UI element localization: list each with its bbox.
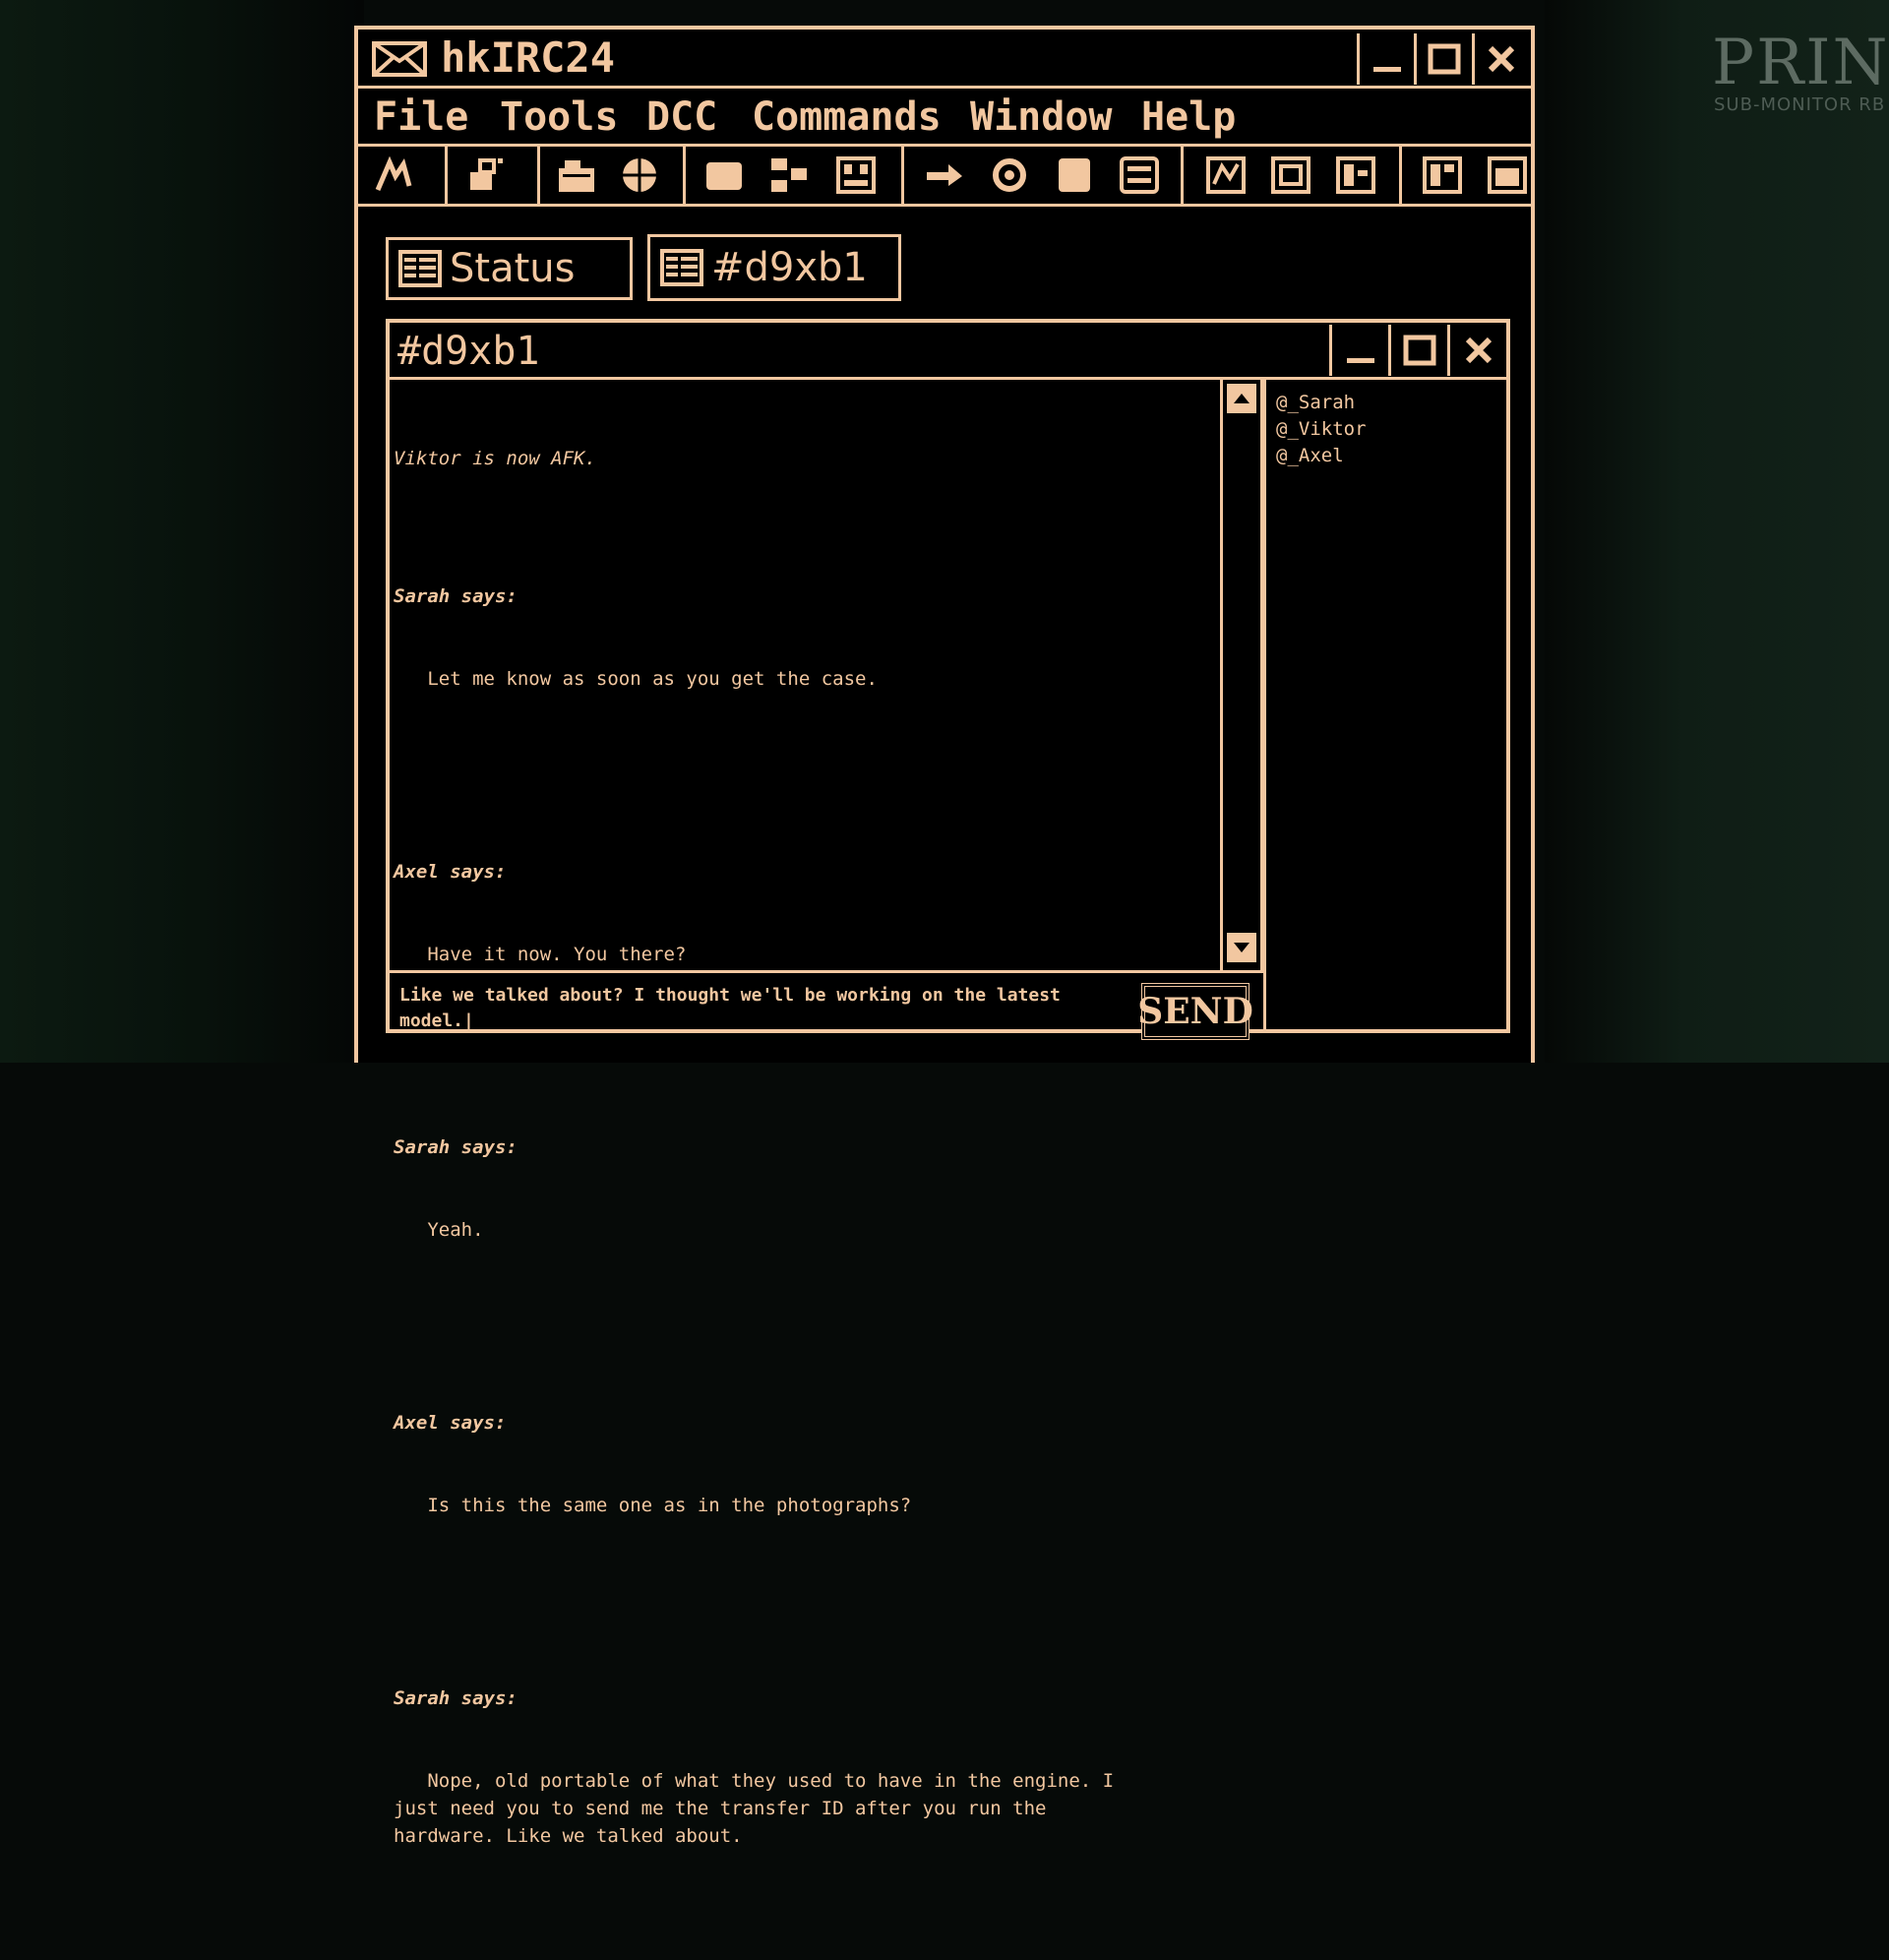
message-input-bar: Like we talked about? I thought we'll be… [390, 970, 1263, 1040]
chart-icon[interactable] [1206, 156, 1246, 194]
card-icon[interactable] [704, 156, 744, 194]
window-icon[interactable] [1488, 156, 1527, 194]
chart3-icon[interactable] [1336, 156, 1375, 194]
minimize-button[interactable] [1360, 33, 1414, 85]
status-icon [398, 250, 442, 287]
panel-icon[interactable] [1423, 156, 1462, 194]
message-author: Axel says: [394, 1412, 507, 1434]
message-item: Axel says: Is this the same one as in th… [394, 1354, 1210, 1574]
channel-maximize-button[interactable] [1388, 325, 1447, 376]
menu-dcc[interactable]: DCC [646, 94, 717, 140]
message-text: Nope, old portable of what they used to … [394, 1770, 1115, 1847]
message-input[interactable]: Like we talked about? I thought we'll be… [399, 983, 1108, 1034]
chevron-up-icon [1234, 394, 1249, 403]
message-author: Axel says: [394, 861, 507, 883]
list-icon[interactable] [1120, 156, 1159, 194]
menu-help[interactable]: Help [1141, 94, 1236, 140]
chart2-icon[interactable] [1271, 156, 1310, 194]
channel-window-controls [1329, 325, 1506, 376]
message-item: Sarah says: Nope, old portable of what t… [394, 1629, 1210, 1905]
minimize-icon [1346, 358, 1374, 363]
scroll-down-button[interactable] [1227, 933, 1256, 962]
maximize-button[interactable] [1414, 33, 1471, 85]
network-icon[interactable] [769, 156, 809, 194]
user-list-item[interactable]: @_Viktor [1276, 416, 1506, 443]
close-icon [1489, 45, 1515, 73]
grid-icon[interactable] [836, 156, 876, 194]
channel-minimize-button[interactable] [1332, 325, 1388, 376]
app-titlebar[interactable]: hkIRC24 [358, 30, 1531, 89]
close-button[interactable] [1471, 33, 1529, 85]
message-text: Is this the same one as in the photograp… [394, 1495, 912, 1516]
tab-channel-label: #d9xb1 [711, 245, 868, 290]
wand-icon[interactable] [374, 156, 413, 194]
message-item: Sarah says: Let me know as soon as you g… [394, 527, 1210, 748]
user-list-item[interactable]: @_Sarah [1276, 390, 1506, 416]
blank-icon[interactable] [1055, 156, 1094, 194]
message-item: Sarah says: Yeah. [394, 1078, 1210, 1299]
message-author: Sarah says: [394, 585, 518, 607]
message-text: Let me know as soon as you get the case. [394, 668, 878, 690]
globe-icon[interactable] [620, 156, 659, 194]
message-log: Viktor is now AFK. Sarah says: Let me kn… [394, 390, 1210, 1847]
app-window-controls [1357, 33, 1529, 85]
message-text: Have it now. You there? [394, 944, 687, 965]
message-author: Sarah says: [394, 1687, 518, 1709]
chevron-down-icon [1234, 943, 1249, 952]
folder-icon[interactable] [557, 156, 596, 194]
toolbar [358, 144, 1531, 207]
scroll-up-button[interactable] [1227, 384, 1256, 413]
channel-title: #d9xb1 [397, 329, 540, 374]
channel-titlebar[interactable]: #d9xb1 [390, 323, 1506, 380]
system-message: Viktor is now AFK. [394, 448, 596, 469]
user-list-item[interactable]: @_Axel [1276, 443, 1506, 469]
channel-icon [660, 249, 703, 286]
message-scrollbar[interactable] [1220, 380, 1263, 970]
background-sign-sub: SUB-MONITOR RB [1714, 94, 1886, 115]
background-right [1545, 0, 1889, 1063]
background-left [0, 0, 364, 1063]
message-author: Sarah says: [394, 1136, 518, 1158]
menu-file[interactable]: File [374, 94, 468, 140]
tab-status[interactable]: Status [386, 237, 633, 300]
minimize-icon [1372, 67, 1401, 72]
envelope-icon [372, 41, 427, 77]
tool-icon[interactable] [466, 156, 506, 194]
channel-close-button[interactable] [1447, 325, 1506, 376]
maximize-icon [1428, 43, 1461, 75]
message-text: Yeah. [394, 1219, 484, 1241]
pointer-icon[interactable] [925, 156, 964, 194]
user-list: @_Sarah @_Viktor @_Axel [1263, 380, 1506, 1029]
tab-channel[interactable]: #d9xb1 [647, 234, 901, 301]
menu-tools[interactable]: Tools [500, 94, 618, 140]
app-title: hkIRC24 [441, 33, 616, 82]
menu-commands[interactable]: Commands [752, 94, 942, 140]
channel-window: #d9xb1 Viktor is now AFK. Sarah says: Le… [386, 319, 1510, 1847]
tab-status-label: Status [450, 246, 576, 291]
menu-window[interactable]: Window [970, 94, 1113, 140]
gear-icon[interactable] [990, 156, 1029, 194]
send-button[interactable]: SEND [1137, 983, 1253, 1040]
maximize-icon [1403, 335, 1435, 366]
background-sign: PRINT-I [1712, 27, 1889, 99]
close-icon [1465, 337, 1492, 364]
